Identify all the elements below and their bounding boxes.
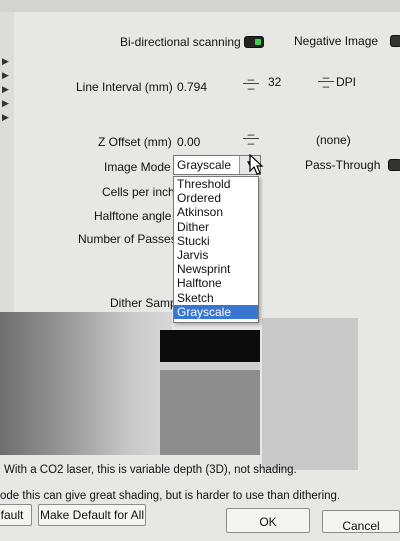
z-offset-label: Z Offset (mm) [98,135,172,149]
bidirectional-label: Bi-directional scanning [120,35,241,49]
result-preview-image [262,318,358,470]
image-mode-dropdown[interactable]: Threshold Ordered Atkinson Dither Stucki… [173,176,259,323]
passes-label: Number of Passes [78,232,177,246]
cells-per-inch-label: Cells per inch [102,185,175,199]
source-preview-image [0,312,172,455]
toggle-on-indicator [255,39,261,45]
z-offset-field[interactable]: 0.00 [177,135,200,149]
image-mode-value: Grayscale [177,158,232,172]
mouse-cursor-icon [249,154,264,175]
line-interval-field[interactable]: 0.794 [177,80,207,94]
pass-through-label: Pass-Through [305,158,381,172]
dropdown-option[interactable]: Threshold [174,177,258,191]
dropdown-option[interactable]: Stucki [174,234,258,248]
dropdown-option[interactable]: Dither [174,220,258,234]
dither-preview-gray [160,370,260,455]
dropdown-option[interactable]: Jarvis [174,248,258,262]
dropdown-option[interactable]: Newsprint [174,262,258,276]
dropdown-option[interactable]: Ordered [174,191,258,205]
line-interval-spinner[interactable]: – – [243,73,259,94]
negative-image-toggle[interactable] [390,35,400,47]
default-button[interactable]: fault [0,504,32,526]
z-offset-spinner[interactable]: – – [243,128,259,149]
ok-button[interactable]: OK [226,508,310,533]
make-default-all-button[interactable]: Make Default for All [38,504,146,526]
dropdown-option[interactable]: Halftone [174,276,258,290]
dropdown-option[interactable]: Sketch [174,291,258,305]
line-interval-label: Line Interval (mm) [76,80,173,94]
negative-image-label: Negative Image [294,34,379,48]
dpi-spinner[interactable]: – – [318,71,334,92]
dither-sample-label: Dither Samp [110,296,177,310]
dither-preview-dark [160,330,260,362]
halftone-angle-label: Halftone angle [94,209,172,223]
arrow-icon[interactable]: ▶ [2,84,11,94]
pass-through-toggle[interactable] [388,159,400,171]
dpi-field[interactable]: 32 [268,75,281,89]
cancel-button[interactable]: Cancel [322,510,400,533]
arrow-icon[interactable]: ▶ [2,56,11,66]
dropdown-option-selected[interactable]: Grayscale [174,304,258,319]
footer-note-line1: With a CO2 laser, this is variable depth… [4,464,297,476]
arrow-icon[interactable]: ▶ [2,98,11,108]
footer-note-line2: ode this can give great shading, but is … [0,490,341,502]
dither-preview-light [160,362,260,370]
arrow-icon[interactable]: ▶ [2,70,11,80]
bidirectional-toggle[interactable] [244,36,264,48]
image-mode-label: Image Mode [104,160,171,174]
dpi-label: DPI [336,75,357,89]
z-offset-note: (none) [316,133,351,147]
title-bar-strip [0,0,400,12]
arrow-icon[interactable]: ▶ [2,112,11,122]
dropdown-option[interactable]: Atkinson [174,205,258,219]
